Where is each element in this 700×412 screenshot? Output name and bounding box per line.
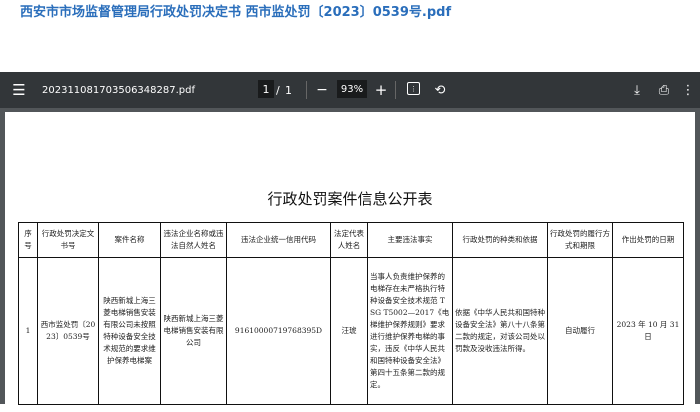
cell-index: 1	[18, 257, 38, 405]
divider	[306, 81, 307, 99]
header-cell: 案件名称	[98, 222, 161, 258]
header-cell: 违法企业名称或违法自然人姓名	[160, 222, 227, 258]
header-cell: 行政处罚决定文书号	[37, 222, 99, 258]
menu-icon[interactable]: ☰	[10, 81, 28, 99]
fit-page-icon[interactable]: ⋮	[407, 82, 420, 95]
zoom-level-input[interactable]: 93%	[337, 80, 367, 98]
zoom-in-icon[interactable]: +	[374, 81, 388, 99]
rotate-icon[interactable]: ⟲	[432, 81, 448, 99]
penalty-table: 序号 行政处罚决定文书号 案件名称 违法企业名称或违法自然人姓名 违法企业统一信…	[18, 222, 684, 405]
cell-facts: 当事人负责维护保养的电梯存在未严格执行特种设备安全技术规范 TSG T5002—…	[367, 257, 453, 405]
header-cell: 行政处罚的种类和依据	[452, 222, 548, 258]
header-cell: 主要违法事实	[367, 222, 453, 258]
pdf-page: 行政处罚案件信息公开表 序号 行政处罚决定文书号 案件名称 违法企业名称或违法自…	[5, 112, 695, 412]
pdf-toolbar: ☰ 202311081703506348287.pdf 1 / 1 − 93% …	[0, 72, 700, 108]
document-title: 行政处罚案件信息公开表	[267, 190, 433, 208]
header-cell: 行政处罚的履行方式和期限	[547, 222, 613, 258]
page-title: 西安市市场监督管理局行政处罚决定书 西市监处罚〔2023〕0539号.pdf	[20, 5, 452, 20]
divider	[395, 81, 396, 99]
pdf-viewer: 行政处罚案件信息公开表 序号 行政处罚决定文书号 案件名称 违法企业名称或违法自…	[0, 108, 700, 412]
cell-penalty-basis: 依据《中华人民共和国特种设备安全法》第八十八条第二款的规定，对该公司处以罚款及没…	[452, 257, 548, 405]
print-icon[interactable]: ⎙	[656, 81, 672, 99]
zoom-out-icon[interactable]: −	[315, 81, 329, 99]
cell-company: 陕西新城上海三菱电梯销售安装有限公司	[160, 257, 227, 405]
cell-case-name: 陕西新城上海三菱电梯销售安装有限公司未按照特种设备安全技术规范的要求维护保养电梯…	[98, 257, 161, 405]
more-icon[interactable]: ⋮	[682, 81, 695, 99]
cell-date: 2023 年 10 月 31 日	[612, 257, 684, 405]
page-total: 1	[285, 83, 292, 97]
cell-credit-code: 91610000719768395D	[226, 257, 331, 405]
table-row: 1 西市监处罚〔2023〕0539号 陕西新城上海三菱电梯销售安装有限公司未按照…	[18, 257, 684, 405]
cell-doc-number: 西市监处罚〔2023〕0539号	[37, 257, 99, 405]
header-cell: 法定代表人姓名	[330, 222, 368, 258]
download-icon[interactable]: ⤓	[630, 81, 644, 99]
cell-legal-rep: 汪琥	[330, 257, 368, 405]
table-header-row: 序号 行政处罚决定文书号 案件名称 违法企业名称或违法自然人姓名 违法企业统一信…	[18, 222, 684, 258]
header-cell: 序号	[18, 222, 38, 258]
header-cell: 作出处罚的日期	[612, 222, 684, 258]
header-cell: 违法企业统一信用代码	[226, 222, 331, 258]
page-number-input[interactable]: 1	[258, 80, 274, 98]
file-name: 202311081703506348287.pdf	[42, 84, 196, 96]
cell-execution: 自动履行	[547, 257, 613, 405]
page-separator: /	[276, 83, 280, 97]
